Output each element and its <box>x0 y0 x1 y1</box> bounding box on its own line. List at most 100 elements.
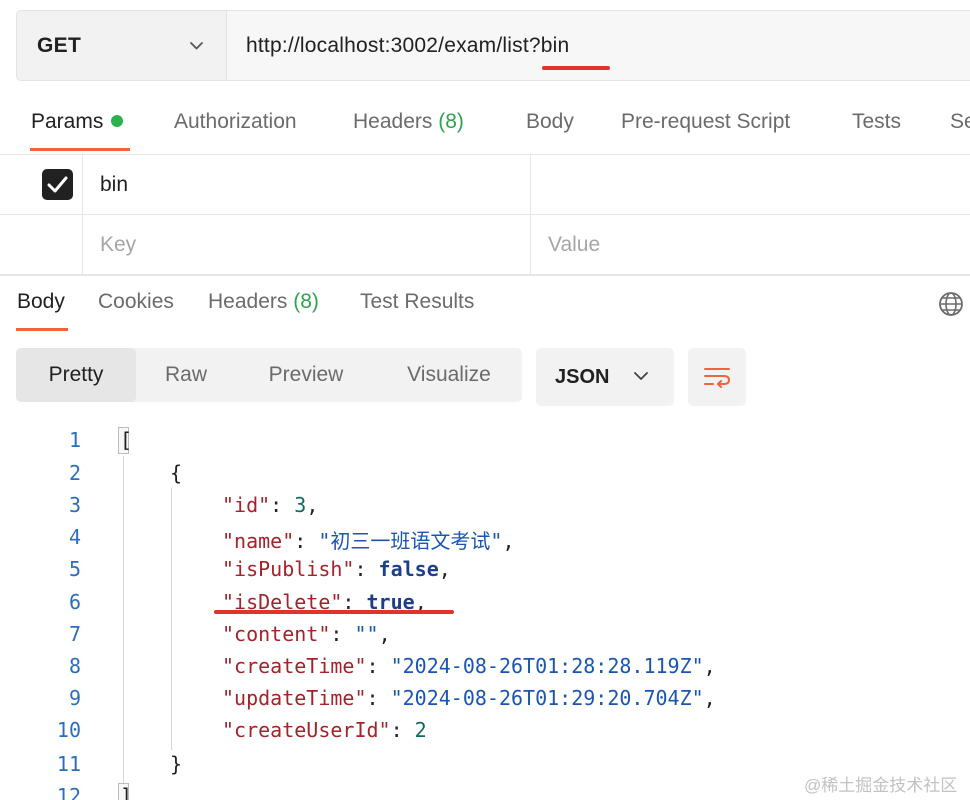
tab-params[interactable]: Params <box>31 110 124 134</box>
tab-tests[interactable]: Tests <box>852 110 901 134</box>
param-value-input[interactable] <box>531 155 970 214</box>
view-pretty-button[interactable]: Pretty <box>16 348 136 402</box>
code-line: "content": "", <box>222 622 391 646</box>
key-placeholder: Key <box>100 232 137 256</box>
tab-settings[interactable]: Se <box>950 110 970 134</box>
code-line: "name": "初三一班语文考试", <box>222 525 514 554</box>
json-comma: , <box>502 529 515 553</box>
indent-guide <box>123 456 124 786</box>
wrap-lines-icon <box>704 368 731 388</box>
json-value: "" <box>354 622 379 646</box>
response-tab-body[interactable]: Body <box>17 290 65 314</box>
new-param-key-input[interactable]: Key <box>83 215 531 274</box>
response-tab-test-results-label: Test Results <box>360 290 475 313</box>
json-comma: , <box>378 622 391 646</box>
tab-body[interactable]: Body <box>526 110 574 134</box>
line-number: 9 <box>68 686 81 710</box>
json-separator: : <box>366 654 391 678</box>
json-value: 3 <box>294 493 307 517</box>
watermark: @稀土掘金技术社区 <box>804 776 958 795</box>
wrap-lines-button[interactable] <box>688 348 746 406</box>
line-number: 1 <box>68 428 81 452</box>
line-number: 10 <box>56 718 81 742</box>
param-enable-checkbox[interactable] <box>42 169 73 200</box>
divider <box>0 275 970 276</box>
response-tab-cookies[interactable]: Cookies <box>98 290 174 314</box>
param-key-input[interactable]: bin <box>83 155 531 214</box>
json-separator: : <box>330 622 355 646</box>
indent-guide <box>171 488 172 750</box>
response-tabs: Body Cookies Headers (8) Test Results <box>0 280 970 334</box>
line-number: 7 <box>68 622 81 646</box>
response-tab-headers[interactable]: Headers (8) <box>208 290 319 314</box>
http-method-label: GET <box>37 33 82 57</box>
line-number: 6 <box>68 590 81 614</box>
tab-settings-label: Se <box>950 110 970 133</box>
response-format-select[interactable]: JSON <box>536 348 674 406</box>
view-preview-label: Preview <box>268 363 344 386</box>
table-row: Key Value <box>0 215 970 275</box>
code-close-brace: } <box>170 752 183 776</box>
globe-icon[interactable] <box>938 291 964 317</box>
json-comma: , <box>306 493 319 517</box>
view-pretty-label: Pretty <box>48 363 104 386</box>
params-active-dot-icon <box>111 115 124 127</box>
tab-body-label: Body <box>526 110 574 133</box>
view-preview-button[interactable]: Preview <box>236 348 376 402</box>
line-number: 12 <box>56 784 81 800</box>
tab-headers-count: (8) <box>438 110 464 133</box>
response-tab-headers-count: (8) <box>293 290 319 313</box>
line-number: 11 <box>56 752 81 776</box>
json-separator: : <box>366 686 391 710</box>
tab-headers[interactable]: Headers (8) <box>353 110 464 134</box>
json-key: "createUserId" <box>222 718 391 742</box>
value-placeholder: Value <box>548 232 601 256</box>
code-close-bracket: ] <box>120 784 133 800</box>
chevron-down-icon <box>634 372 648 380</box>
view-visualize-label: Visualize <box>407 363 491 386</box>
tab-authorization[interactable]: Authorization <box>174 110 297 134</box>
json-key: "isPublish" <box>222 557 355 581</box>
json-key: "updateTime" <box>222 686 367 710</box>
view-raw-label: Raw <box>164 363 207 386</box>
json-key: "id" <box>222 493 271 517</box>
response-tab-test-results[interactable]: Test Results <box>360 290 474 314</box>
json-value: "2024-08-26T01:28:28.119Z" <box>390 654 704 678</box>
request-url-bar: GET http://localhost:3002/exam/list?bin <box>16 10 970 81</box>
active-tab-indicator <box>30 148 130 151</box>
annotation-underline-url <box>542 66 610 70</box>
tab-params-label: Params <box>31 110 104 133</box>
json-comma: , <box>703 686 716 710</box>
request-tabs: Params Authorization Headers (8) Body Pr… <box>0 100 970 154</box>
code-line: "updateTime": "2024-08-26T01:29:20.704Z"… <box>222 686 716 710</box>
response-tab-body-label: Body <box>17 290 65 313</box>
new-param-value-input[interactable]: Value <box>531 215 970 274</box>
json-key: "content" <box>222 622 331 646</box>
checkmark-icon <box>47 176 68 193</box>
chevron-down-icon <box>190 42 203 50</box>
json-separator: : <box>390 718 415 742</box>
param-enable-cell <box>0 215 83 274</box>
tab-prerequest-script[interactable]: Pre-request Script <box>621 110 790 134</box>
code-line: "id": 3, <box>222 493 318 517</box>
view-raw-button[interactable]: Raw <box>136 348 236 402</box>
response-body-code[interactable]: 1 2 3 4 5 6 7 8 9 10 11 12 [ { "id": 3, … <box>0 424 970 800</box>
url-text: http://localhost:3002/exam/list?bin <box>246 33 570 57</box>
response-tab-cookies-label: Cookies <box>98 290 174 313</box>
json-key: "createTime" <box>222 654 367 678</box>
view-visualize-button[interactable]: Visualize <box>376 348 522 402</box>
json-separator: : <box>354 557 379 581</box>
json-key: "name" <box>222 529 295 553</box>
line-number: 4 <box>68 525 81 549</box>
http-method-select[interactable]: GET <box>17 11 226 80</box>
tab-authorization-label: Authorization <box>174 110 297 133</box>
response-tab-headers-label: Headers <box>208 290 288 313</box>
line-number: 8 <box>68 654 81 678</box>
params-table: bin Key Value <box>0 155 970 275</box>
line-number: 2 <box>68 461 81 485</box>
json-separator: : <box>294 529 319 553</box>
json-value: false <box>378 557 439 581</box>
json-comma: , <box>703 654 716 678</box>
tab-prerequest-label: Pre-request Script <box>621 110 791 133</box>
tab-tests-label: Tests <box>852 110 902 133</box>
